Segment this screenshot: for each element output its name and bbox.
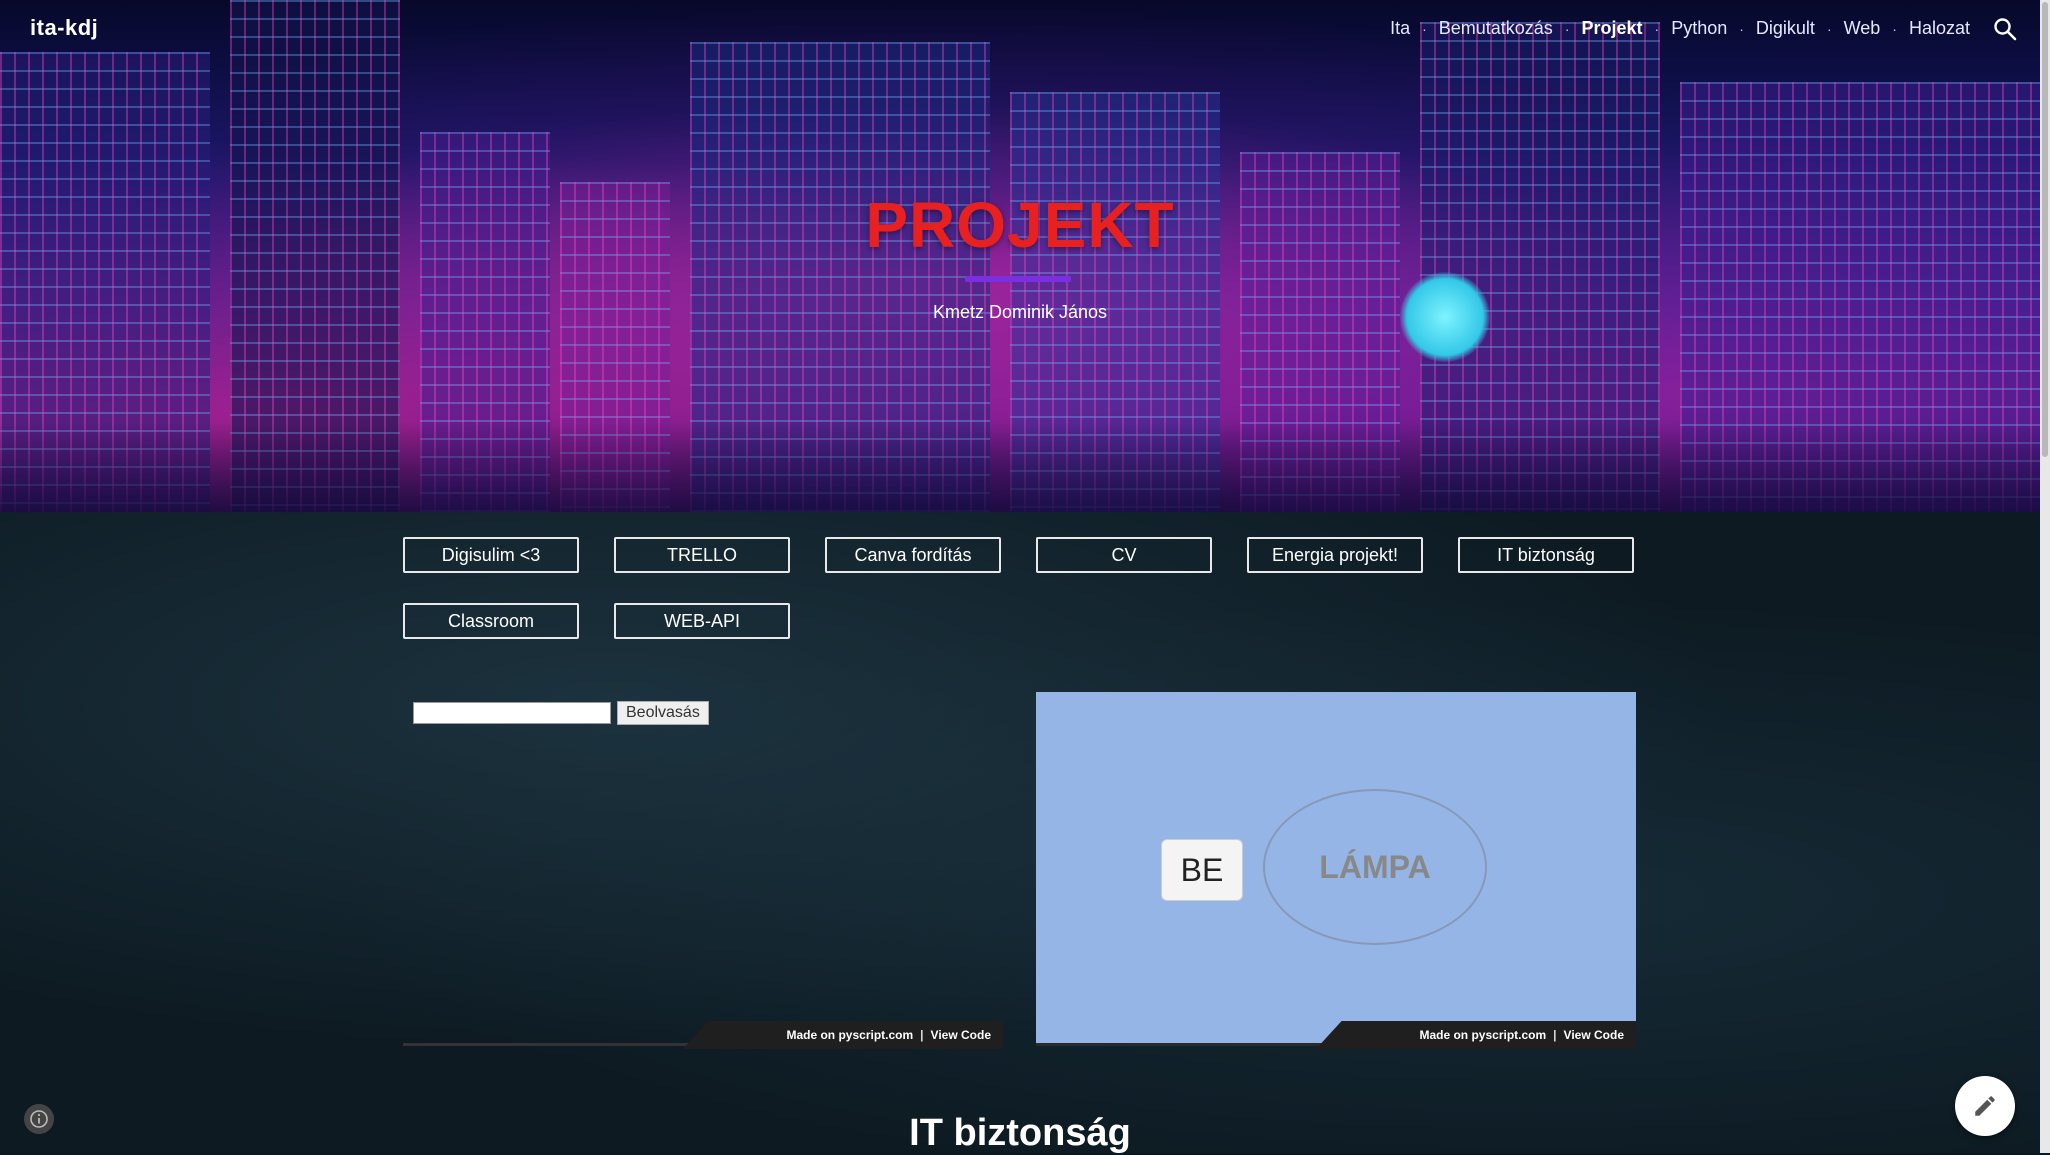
hero-banner: ita-kdj Ita · Bemutatkozás · Projekt · P… bbox=[0, 0, 2040, 512]
nav-item-ita[interactable]: Ita bbox=[1390, 18, 1410, 39]
title-underline bbox=[965, 276, 1071, 282]
nav-item-bemutatkozas[interactable]: Bemutatkozás bbox=[1439, 18, 1553, 39]
page-scrollbar[interactable] bbox=[2040, 0, 2050, 1153]
text-input[interactable] bbox=[413, 702, 611, 724]
page-title: PROJEKT bbox=[865, 189, 1175, 261]
search-icon[interactable] bbox=[1992, 16, 2018, 42]
it-biztonsag-button[interactable]: IT biztonság bbox=[1458, 537, 1634, 573]
web-api-button[interactable]: WEB-API bbox=[614, 603, 790, 639]
top-navigation-bar: ita-kdj Ita · Bemutatkozás · Projekt · P… bbox=[0, 0, 2040, 60]
main-nav: Ita · Bemutatkozás · Projekt · Python · … bbox=[1390, 18, 1970, 39]
pyscript-embed-lamp: BE LÁMPA Made on pyscript.com | View Cod… bbox=[1036, 692, 1636, 1049]
info-icon[interactable] bbox=[24, 1104, 54, 1134]
made-on-pyscript-link[interactable]: Made on pyscript.com bbox=[1419, 1028, 1546, 1042]
lamp-indicator: LÁMPA bbox=[1263, 789, 1487, 945]
cv-button[interactable]: CV bbox=[1036, 537, 1212, 573]
main-content bbox=[0, 512, 2040, 1153]
read-button[interactable]: Beolvasás bbox=[617, 701, 709, 725]
pyscript-footer: Made on pyscript.com | View Code bbox=[1036, 1019, 1636, 1049]
view-code-link[interactable]: View Code bbox=[1564, 1028, 1624, 1042]
page-subtitle: Kmetz Dominik János bbox=[932, 302, 1108, 322]
pyscript-footer: Made on pyscript.com | View Code bbox=[403, 1019, 1003, 1049]
nav-item-halozat[interactable]: Halozat bbox=[1909, 18, 1970, 39]
lamp-on-button[interactable]: BE bbox=[1161, 839, 1243, 901]
canva-forditas-button[interactable]: Canva fordítás bbox=[825, 537, 1001, 573]
nav-item-digikult[interactable]: Digikult bbox=[1756, 18, 1815, 39]
nav-item-projekt[interactable]: Projekt bbox=[1581, 18, 1642, 39]
view-code-link[interactable]: View Code bbox=[931, 1028, 991, 1042]
trello-button[interactable]: TRELLO bbox=[614, 537, 790, 573]
scrollbar-thumb[interactable] bbox=[2042, 2, 2048, 457]
site-title[interactable]: ita-kdj bbox=[30, 15, 98, 41]
nav-item-python[interactable]: Python bbox=[1671, 18, 1727, 39]
edit-pencil-icon[interactable] bbox=[1955, 1076, 2015, 1136]
digisulim-button[interactable]: Digisulim <3 bbox=[403, 537, 579, 573]
pyscript-embed-reader: Beolvasás Made on pyscript.com | View Co… bbox=[403, 692, 1003, 1049]
nav-item-web[interactable]: Web bbox=[1844, 18, 1881, 39]
section-title-it-biztonsag: IT biztonság bbox=[909, 1112, 1131, 1154]
energia-projekt-button[interactable]: Energia projekt! bbox=[1247, 537, 1423, 573]
made-on-pyscript-link[interactable]: Made on pyscript.com bbox=[786, 1028, 913, 1042]
classroom-button[interactable]: Classroom bbox=[403, 603, 579, 639]
